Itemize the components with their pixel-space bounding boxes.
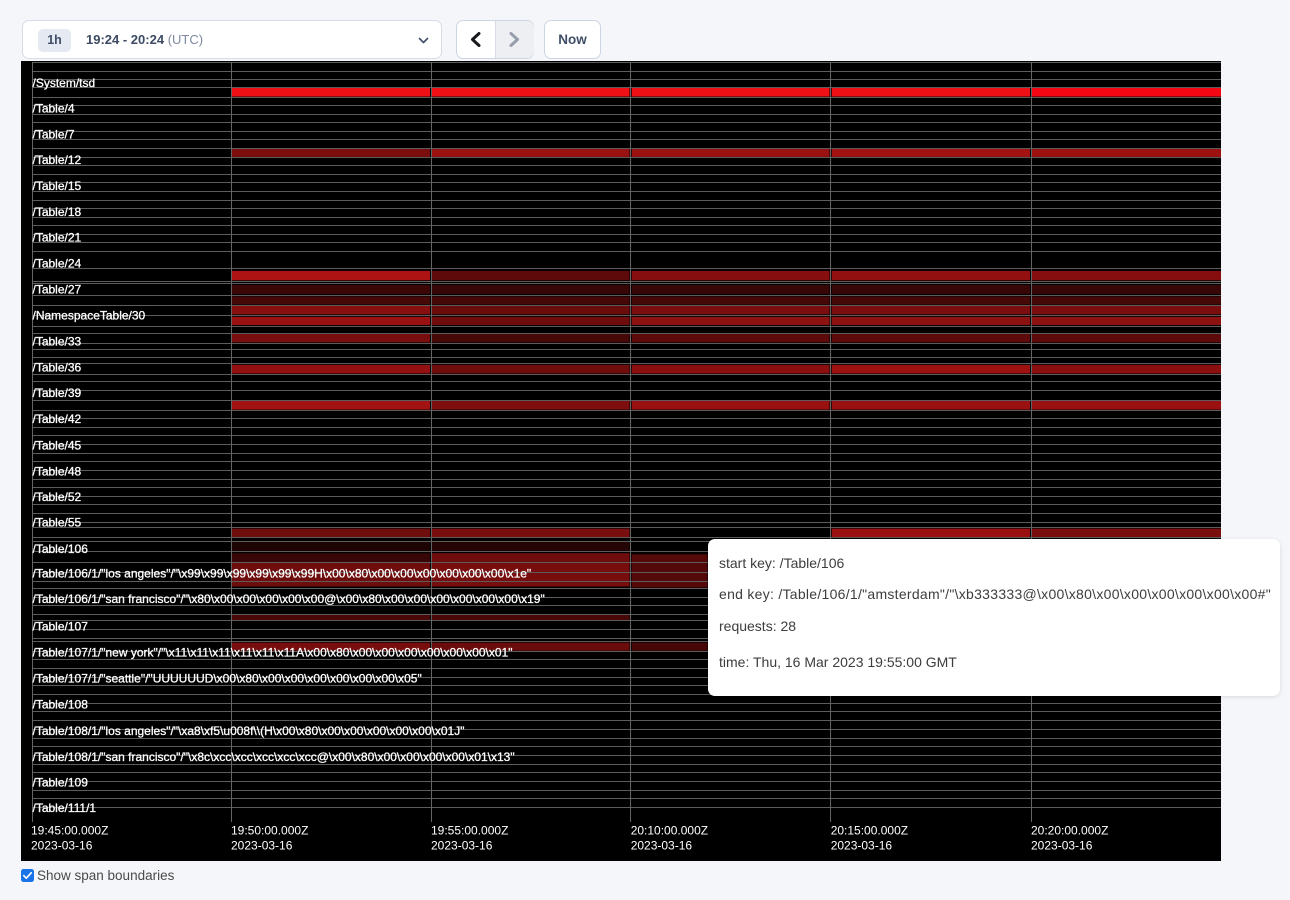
svg-text:/Table/33: /Table/33	[33, 334, 82, 348]
svg-text:/Table/12: /Table/12	[33, 153, 82, 167]
svg-text:/System/tsd: /System/tsd	[33, 76, 96, 90]
svg-text:/Table/107/1/"seattle"/"UUUUUU: /Table/107/1/"seattle"/"UUUUUUD\x00\x80\…	[33, 671, 422, 685]
svg-text:2023-03-16: 2023-03-16	[31, 839, 93, 853]
svg-text:/Table/4: /Table/4	[33, 102, 75, 116]
svg-text:/Table/42: /Table/42	[33, 412, 82, 426]
svg-text:/Table/108: /Table/108	[33, 697, 89, 711]
svg-text:/Table/108/1/"san francisco"/": /Table/108/1/"san francisco"/"\x8c\xcc\x…	[33, 750, 515, 764]
svg-text:/Table/109: /Table/109	[33, 776, 89, 790]
svg-text:/Table/106/1/"los angeles"/"\x: /Table/106/1/"los angeles"/"\x99\x99\x99…	[33, 567, 532, 581]
svg-text:/NamespaceTable/30: /NamespaceTable/30	[33, 308, 146, 322]
svg-text:/Table/111/1: /Table/111/1	[33, 801, 97, 815]
svg-text:/Table/15: /Table/15	[33, 179, 82, 193]
svg-text:/Table/55: /Table/55	[33, 516, 82, 530]
svg-text:/Table/106: /Table/106	[33, 542, 89, 556]
svg-text:2023-03-16: 2023-03-16	[1031, 839, 1093, 853]
svg-text:/Table/18: /Table/18	[33, 205, 82, 219]
svg-text:19:45:00.000Z: 19:45:00.000Z	[31, 824, 108, 838]
svg-text:/Table/45: /Table/45	[33, 438, 82, 452]
svg-text:/Table/36: /Table/36	[33, 361, 82, 375]
svg-text:2023-03-16: 2023-03-16	[431, 839, 493, 853]
svg-text:2023-03-16: 2023-03-16	[631, 839, 693, 853]
svg-text:/Table/48: /Table/48	[33, 465, 82, 479]
svg-text:/Table/39: /Table/39	[33, 386, 82, 400]
svg-text:/Table/7: /Table/7	[33, 127, 75, 141]
svg-text:19:50:00.000Z: 19:50:00.000Z	[231, 824, 308, 838]
svg-text:/Table/21: /Table/21	[33, 231, 82, 245]
svg-text:/Table/107: /Table/107	[33, 619, 89, 633]
svg-text:2023-03-16: 2023-03-16	[231, 839, 293, 853]
svg-text:/Table/106/1/"san francisco"/": /Table/106/1/"san francisco"/"\x80\x00\x…	[33, 592, 545, 606]
svg-text:20:20:00.000Z: 20:20:00.000Z	[1031, 824, 1108, 838]
svg-text:/Table/52: /Table/52	[33, 490, 82, 504]
svg-text:19:55:00.000Z: 19:55:00.000Z	[431, 824, 508, 838]
svg-text:/Table/24: /Table/24	[33, 256, 82, 270]
svg-text:/Table/108/1/"los angeles"/"\x: /Table/108/1/"los angeles"/"\xa8\xf5\u00…	[33, 724, 465, 738]
svg-text:20:10:00.000Z: 20:10:00.000Z	[631, 824, 708, 838]
svg-text:2023-03-16: 2023-03-16	[831, 839, 893, 853]
svg-text:/Table/107/1/"new york"/"\x11\: /Table/107/1/"new york"/"\x11\x11\x11\x1…	[33, 645, 513, 659]
svg-text:20:15:00.000Z: 20:15:00.000Z	[831, 824, 908, 838]
svg-text:/Table/27: /Table/27	[33, 282, 82, 296]
